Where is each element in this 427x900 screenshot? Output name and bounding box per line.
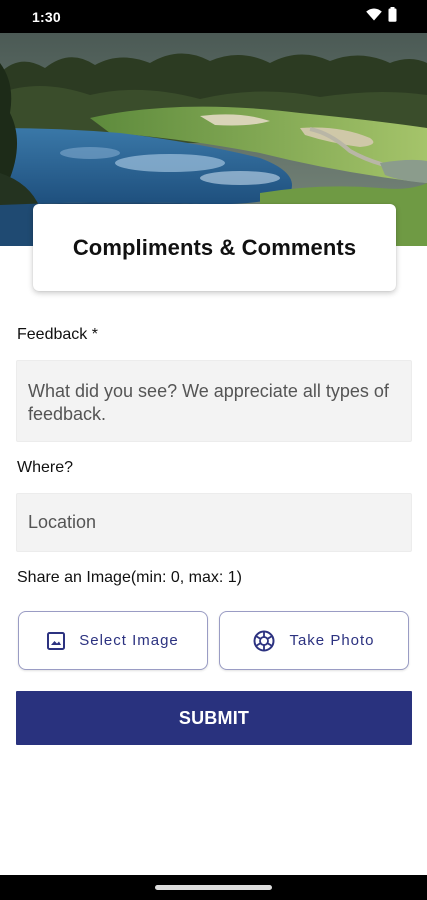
title-card: Compliments & Comments [33,204,396,291]
wifi-icon [366,8,382,26]
battery-icon [388,6,397,27]
status-time: 1:30 [32,8,61,25]
page-title: Compliments & Comments [72,234,357,260]
home-indicator[interactable] [155,885,272,890]
image-icon [47,631,66,650]
select-image-label: Select Image [79,632,179,649]
status-bar: 1:30 [0,0,427,33]
location-input[interactable] [16,493,412,552]
camera-shutter-icon [253,630,275,652]
where-label: Where? [17,459,74,476]
feedback-field[interactable] [16,360,412,442]
share-image-label: Share an Image(min: 0, max: 1) [17,569,242,586]
status-icons [366,6,397,27]
take-photo-button[interactable]: Take Photo [219,611,409,670]
submit-button[interactable]: SUBMIT [16,691,412,745]
navigation-bar [0,875,427,900]
select-image-button[interactable]: Select Image [18,611,208,670]
feedback-label: Feedback * [17,326,98,343]
take-photo-label: Take Photo [289,632,375,649]
